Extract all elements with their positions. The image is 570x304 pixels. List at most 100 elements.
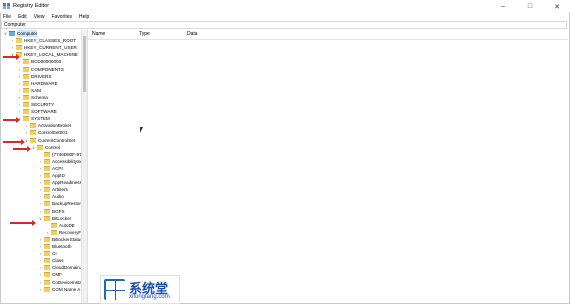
collapsed-chevron-icon[interactable]: › bbox=[17, 94, 22, 101]
collapsed-chevron-icon[interactable]: › bbox=[38, 172, 43, 179]
collapsed-chevron-icon[interactable]: › bbox=[38, 271, 43, 278]
collapsed-chevron-icon[interactable]: › bbox=[38, 165, 43, 172]
folder-icon bbox=[44, 236, 50, 242]
expanded-chevron-icon[interactable]: ∨ bbox=[3, 30, 8, 37]
collapsed-chevron-icon[interactable]: › bbox=[10, 44, 15, 51]
tree-item-label: HKEY_CLASSES_ROOT bbox=[24, 38, 77, 44]
collapsed-chevron-icon[interactable]: › bbox=[45, 229, 50, 236]
folder-icon bbox=[23, 66, 29, 72]
column-header-data[interactable]: Data bbox=[187, 31, 198, 37]
menu-file[interactable]: File bbox=[3, 13, 11, 21]
registry-tree[interactable]: ∨ Computer › HKEY_CLASSES_ROOT › HKEY_CURRENT… bbox=[1, 30, 82, 303]
windows-logo-icon bbox=[104, 279, 125, 300]
collapsed-chevron-icon[interactable]: › bbox=[38, 243, 43, 250]
registry-editor-icon bbox=[3, 3, 10, 9]
window-title: Registry Editor bbox=[13, 3, 50, 9]
collapsed-chevron-icon[interactable]: › bbox=[17, 66, 22, 73]
folder-icon bbox=[44, 158, 50, 164]
folder-icon bbox=[23, 94, 29, 100]
tree-item-label: Bluetooth bbox=[52, 244, 72, 249]
collapsed-chevron-icon[interactable]: › bbox=[38, 236, 43, 243]
title-bar: Registry Editor – □ ✕ bbox=[0, 0, 570, 13]
close-icon: ✕ bbox=[554, 3, 560, 11]
folder-icon bbox=[44, 279, 50, 285]
folder-icon bbox=[16, 38, 22, 44]
folder-icon bbox=[30, 137, 36, 143]
tree-scrollbar-thumb[interactable] bbox=[83, 36, 86, 92]
tree-item-label: COM Name A bbox=[52, 286, 81, 292]
mouse-cursor-icon bbox=[140, 127, 143, 133]
collapsed-chevron-icon[interactable]: › bbox=[38, 179, 43, 186]
tree-item-label: BCD00000000 bbox=[31, 59, 62, 65]
folder-icon bbox=[44, 286, 50, 292]
folder-icon bbox=[23, 109, 29, 115]
collapsed-chevron-icon[interactable]: › bbox=[38, 193, 43, 200]
folder-icon bbox=[44, 180, 50, 186]
folder-icon bbox=[44, 208, 50, 214]
computer-icon bbox=[9, 31, 15, 36]
tree-item-label: AppID bbox=[52, 173, 65, 178]
menu-edit[interactable]: Edit bbox=[18, 13, 27, 21]
collapsed-chevron-icon[interactable]: › bbox=[17, 73, 22, 80]
folder-icon bbox=[23, 80, 29, 86]
collapsed-chevron-icon[interactable]: › bbox=[38, 250, 43, 257]
folder-icon bbox=[37, 144, 43, 150]
column-header-type[interactable]: Type bbox=[139, 31, 150, 37]
menu-view[interactable]: View bbox=[34, 13, 45, 21]
column-header-name[interactable]: Name bbox=[92, 31, 105, 37]
menu-favorites[interactable]: Favorites bbox=[51, 13, 72, 21]
annotation-arrow bbox=[3, 117, 20, 123]
collapsed-chevron-icon[interactable]: › bbox=[38, 279, 43, 286]
folder-icon bbox=[44, 151, 50, 157]
folder-icon bbox=[16, 45, 22, 51]
collapsed-chevron-icon[interactable]: › bbox=[38, 257, 43, 264]
menu-help[interactable]: Help bbox=[79, 13, 89, 21]
tree-item-label: AccessibilitySe bbox=[52, 158, 82, 164]
collapsed-chevron-icon[interactable]: › bbox=[38, 186, 43, 193]
folder-icon bbox=[23, 87, 29, 93]
folder-icon bbox=[44, 215, 50, 221]
collapsed-chevron-icon bbox=[45, 222, 50, 229]
tree-item-label: CoDeviceInsta bbox=[52, 279, 82, 285]
collapsed-chevron-icon[interactable]: › bbox=[24, 122, 29, 129]
tree-item-label: CI bbox=[52, 251, 57, 257]
minimize-button[interactable]: – bbox=[490, 0, 516, 13]
annotation-arrow bbox=[10, 220, 36, 226]
collapsed-chevron-icon[interactable]: › bbox=[17, 80, 22, 87]
annotation-arrow bbox=[3, 54, 20, 60]
collapsed-chevron-icon[interactable]: › bbox=[17, 101, 22, 108]
tree-item-label: {7746D80F-97E bbox=[52, 151, 82, 157]
folder-icon bbox=[44, 265, 50, 271]
collapsed-chevron-icon[interactable]: › bbox=[38, 158, 43, 165]
folder-icon bbox=[44, 173, 50, 178]
address-bar[interactable]: Computer bbox=[1, 21, 567, 29]
tree-item-label: BitlockerStatus bbox=[52, 236, 82, 242]
tree-item-label: Audio bbox=[52, 194, 64, 200]
collapsed-chevron-icon[interactable]: › bbox=[38, 286, 43, 293]
collapsed-chevron-icon[interactable]: › bbox=[38, 208, 43, 215]
expanded-chevron-icon[interactable]: ∨ bbox=[38, 215, 43, 222]
folder-icon bbox=[23, 59, 29, 65]
collapsed-chevron-icon[interactable]: › bbox=[17, 87, 22, 94]
tree-item-label: CurrentControlSet bbox=[38, 137, 76, 143]
collapsed-chevron-icon[interactable]: › bbox=[17, 108, 22, 115]
tree-item-label: Arbiters bbox=[52, 187, 68, 193]
annotation-arrow bbox=[3, 139, 25, 145]
collapsed-chevron-icon[interactable]: › bbox=[10, 37, 15, 44]
tree-item-label: Class bbox=[52, 258, 64, 264]
pane-divider[interactable] bbox=[87, 30, 88, 303]
annotation-arrow bbox=[13, 146, 31, 152]
watermark-url: xitongtang.com bbox=[129, 294, 170, 300]
collapsed-chevron-icon[interactable]: › bbox=[24, 129, 29, 136]
collapsed-chevron-icon[interactable]: › bbox=[38, 264, 43, 271]
folder-icon bbox=[30, 130, 36, 136]
tree-item-label: SAM bbox=[31, 87, 41, 93]
collapsed-chevron-icon[interactable]: › bbox=[38, 200, 43, 207]
close-button[interactable]: ✕ bbox=[544, 0, 570, 13]
expanded-chevron-icon[interactable]: ∨ bbox=[31, 144, 36, 151]
tree-item-label: HARDWARE bbox=[31, 80, 58, 86]
tree-item-label: Computer bbox=[17, 30, 38, 37]
tree-item-label: BGFX bbox=[52, 208, 65, 214]
maximize-button[interactable]: □ bbox=[517, 0, 543, 13]
tree-item-label: Control bbox=[45, 144, 60, 150]
